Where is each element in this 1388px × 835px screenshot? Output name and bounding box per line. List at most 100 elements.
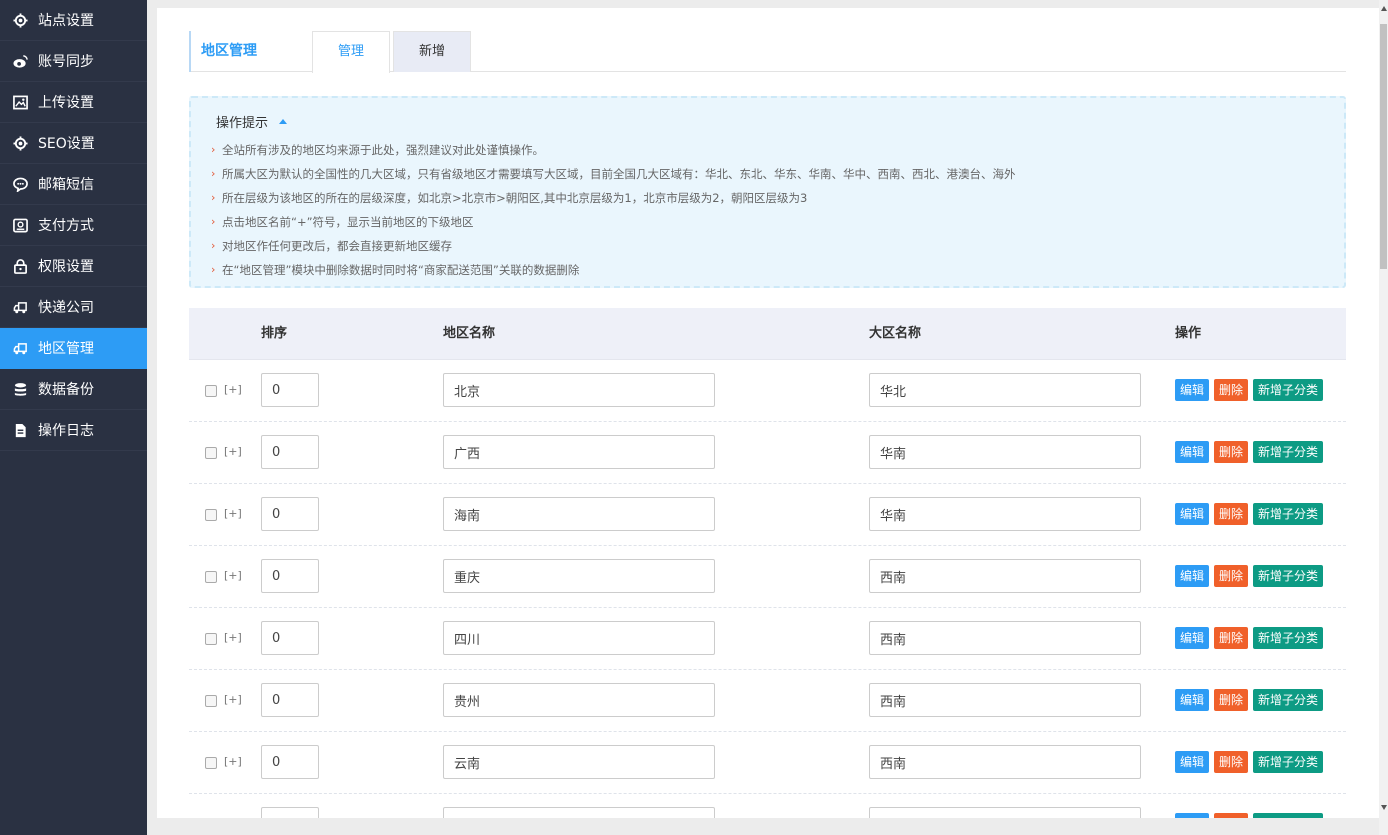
sidebar-item-payment[interactable]: 支付方式 <box>0 205 147 246</box>
sort-input[interactable] <box>261 435 319 469</box>
expand-toggle[interactable]: [+] <box>224 569 242 582</box>
region-name-input[interactable] <box>443 435 715 469</box>
region-name-input[interactable] <box>443 745 715 779</box>
expand-toggle[interactable]: [+] <box>224 507 242 520</box>
sidebar-item-label: 站点设置 <box>38 13 94 29</box>
sidebar-item-label: 快递公司 <box>38 300 94 316</box>
scroll-down-arrow-icon[interactable] <box>1380 805 1387 810</box>
row-checkbox[interactable] <box>205 757 217 769</box>
delete-button[interactable]: 删除 <box>1214 751 1248 773</box>
area-name-input[interactable] <box>869 373 1141 407</box>
tab-manage[interactable]: 管理 <box>312 31 390 73</box>
scroll-up-arrow-icon[interactable] <box>1380 6 1387 11</box>
edit-button[interactable]: 编辑 <box>1175 689 1209 711</box>
delete-button[interactable]: 删除 <box>1214 565 1248 587</box>
delete-button[interactable] <box>1214 813 1248 818</box>
header-area-name: 大区名称 <box>869 326 922 341</box>
edit-button[interactable]: 编辑 <box>1175 379 1209 401</box>
area-name-input[interactable] <box>869 683 1141 717</box>
add-child-button[interactable] <box>1253 813 1323 818</box>
sort-input[interactable] <box>261 621 319 655</box>
sidebar-item-operation-log[interactable]: 操作日志 <box>0 410 147 451</box>
sidebar-item-permissions[interactable]: 权限设置 <box>0 246 147 287</box>
expand-toggle[interactable]: [+] <box>224 445 242 458</box>
add-child-button[interactable]: 新增子分类 <box>1253 751 1323 773</box>
expand-toggle[interactable]: [+] <box>224 383 242 396</box>
add-child-button[interactable]: 新增子分类 <box>1253 565 1323 587</box>
add-child-button[interactable]: 新增子分类 <box>1253 627 1323 649</box>
tips-title: 操作提示 <box>216 116 269 131</box>
sort-input[interactable] <box>261 807 319 818</box>
area-name-input[interactable] <box>869 621 1141 655</box>
edit-button[interactable]: 编辑 <box>1175 627 1209 649</box>
scroll-thumb[interactable] <box>1380 24 1387 269</box>
sidebar-item-label: 地区管理 <box>38 341 94 357</box>
region-name-input[interactable] <box>443 373 715 407</box>
region-name-input[interactable] <box>443 621 715 655</box>
edit-button[interactable]: 编辑 <box>1175 441 1209 463</box>
sidebar-item-label: 支付方式 <box>38 218 94 234</box>
area-name-input[interactable] <box>869 745 1141 779</box>
row-checkbox[interactable] <box>205 385 217 397</box>
region-name-input[interactable] <box>443 807 715 818</box>
sidebar-item-seo-settings[interactable]: SEO设置 <box>0 123 147 164</box>
region-name-input[interactable] <box>443 683 715 717</box>
sidebar-item-label: 权限设置 <box>38 259 94 275</box>
area-name-input[interactable] <box>869 435 1141 469</box>
page-scrollbar[interactable] <box>1379 0 1388 835</box>
expand-toggle[interactable]: [+] <box>224 755 242 768</box>
delete-button[interactable]: 删除 <box>1214 689 1248 711</box>
sidebar-item-region-management[interactable]: 地区管理 <box>0 328 147 369</box>
add-child-button[interactable]: 新增子分类 <box>1253 441 1323 463</box>
sidebar-item-upload-settings[interactable]: 上传设置 <box>0 82 147 123</box>
sort-input[interactable] <box>261 683 319 717</box>
sidebar-item-data-backup[interactable]: 数据备份 <box>0 369 147 410</box>
region-name-input[interactable] <box>443 497 715 531</box>
sort-input[interactable] <box>261 497 319 531</box>
row-checkbox[interactable] <box>205 509 217 521</box>
sidebar-item-email-sms[interactable]: 邮箱短信 <box>0 164 147 205</box>
tab-add[interactable]: 新增 <box>393 31 471 72</box>
area-name-input[interactable] <box>869 807 1141 818</box>
chat-bubble-icon <box>12 176 28 192</box>
sidebar-item-express[interactable]: 快递公司 <box>0 287 147 328</box>
sort-input[interactable] <box>261 373 319 407</box>
tip-item: 对地区作任何更改后，都会直接更新地区缓存 <box>211 234 1016 258</box>
gear-icon <box>12 135 28 151</box>
payment-icon <box>12 217 28 233</box>
sidebar-item-account-sync[interactable]: 账号同步 <box>0 41 147 82</box>
sidebar-item-site-settings[interactable]: 站点设置 <box>0 0 147 41</box>
table-row: [+] 编辑 删除 新增子分类 <box>189 608 1346 670</box>
row-checkbox[interactable] <box>205 447 217 459</box>
caret-up-icon <box>279 119 288 124</box>
delete-button[interactable]: 删除 <box>1214 441 1248 463</box>
delete-button[interactable]: 删除 <box>1214 503 1248 525</box>
area-name-input[interactable] <box>869 497 1141 531</box>
delete-button[interactable]: 删除 <box>1214 379 1248 401</box>
edit-button[interactable]: 编辑 <box>1175 503 1209 525</box>
add-child-button[interactable]: 新增子分类 <box>1253 503 1323 525</box>
sidebar-item-label: 账号同步 <box>38 54 94 70</box>
table-header: 排序 地区名称 大区名称 操作 <box>189 308 1346 360</box>
row-checkbox[interactable] <box>205 571 217 583</box>
table-row-partial <box>189 794 1346 818</box>
tip-item: 点击地区名前“+”符号，显示当前地区的下级地区 <box>211 210 1016 234</box>
row-checkbox[interactable] <box>205 633 217 645</box>
expand-toggle[interactable]: [+] <box>224 693 242 706</box>
edit-button[interactable]: 编辑 <box>1175 565 1209 587</box>
area-name-input[interactable] <box>869 559 1141 593</box>
sort-input[interactable] <box>261 745 319 779</box>
delete-button[interactable]: 删除 <box>1214 627 1248 649</box>
tips-toggle[interactable]: 操作提示 <box>216 112 288 131</box>
add-child-button[interactable]: 新增子分类 <box>1253 689 1323 711</box>
region-name-input[interactable] <box>443 559 715 593</box>
edit-button[interactable] <box>1175 813 1209 818</box>
sort-input[interactable] <box>261 559 319 593</box>
edit-button[interactable]: 编辑 <box>1175 751 1209 773</box>
tip-item: 所在层级为该地区的所在的层级深度，如北京>北京市>朝阳区,其中北京层级为1，北京… <box>211 186 1016 210</box>
row-checkbox[interactable] <box>205 695 217 707</box>
expand-toggle[interactable]: [+] <box>224 631 242 644</box>
table-row: [+] 编辑 删除 新增子分类 <box>189 360 1346 422</box>
add-child-button[interactable]: 新增子分类 <box>1253 379 1323 401</box>
header-operations: 操作 <box>1175 326 1202 341</box>
